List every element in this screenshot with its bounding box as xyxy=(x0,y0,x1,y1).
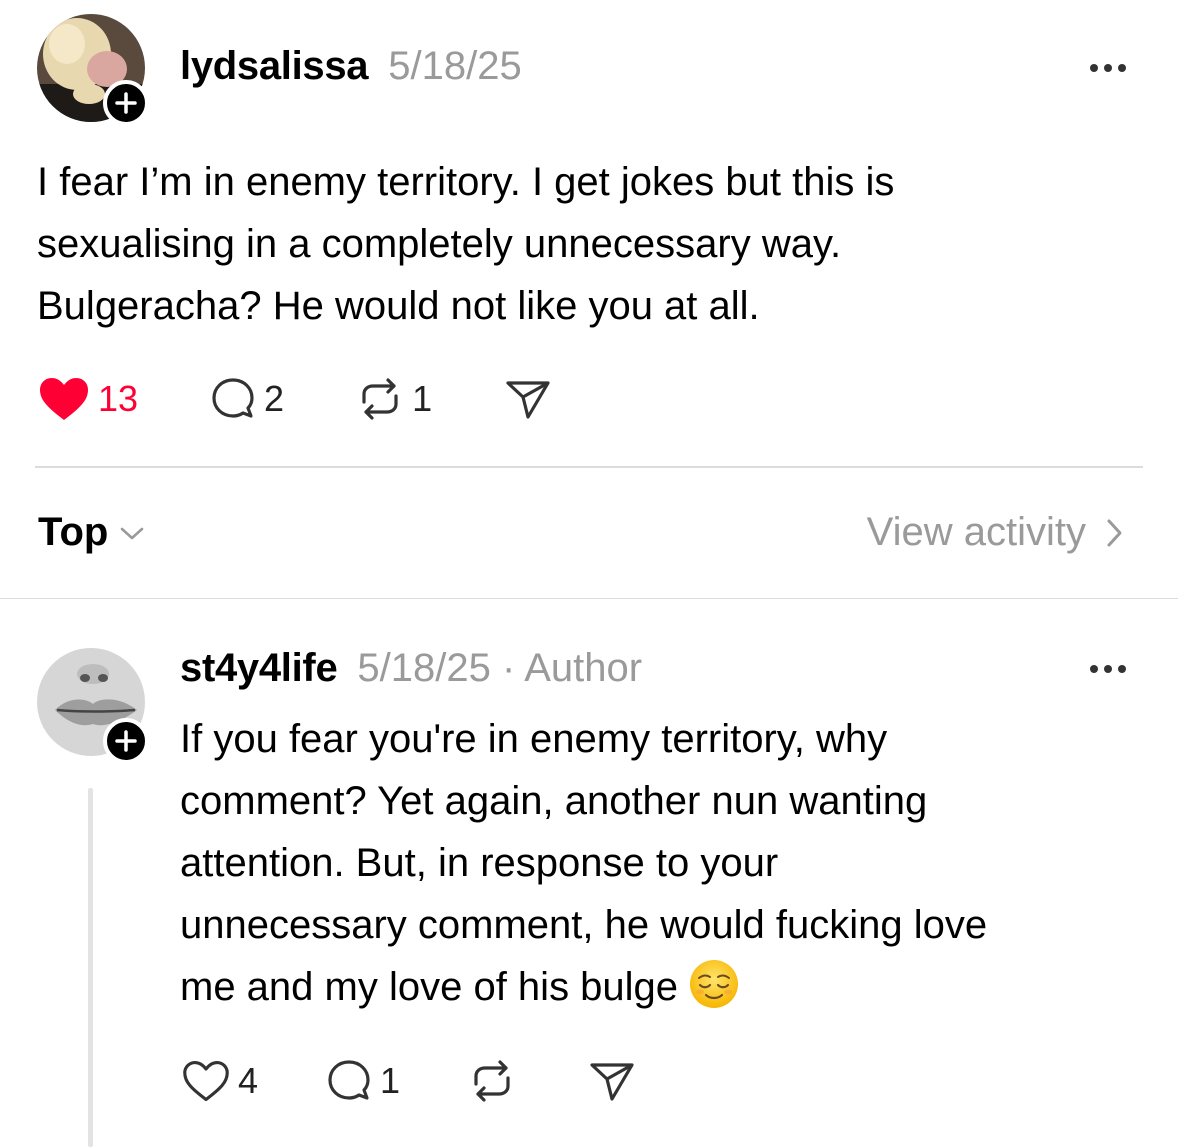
plus-icon xyxy=(115,730,137,752)
post-date: 5/18/25 xyxy=(388,44,522,88)
post-text-line: sexualising in a completely unnecessary … xyxy=(37,222,842,266)
share-button[interactable] xyxy=(504,377,552,421)
sort-dropdown[interactable]: Top xyxy=(38,510,146,555)
more-options-icon[interactable] xyxy=(1090,665,1126,673)
comment-icon xyxy=(328,1060,370,1100)
original-post: lydsalissa 5/18/25 I fear I’m in enemy t… xyxy=(0,0,1178,470)
reply-actions: 4 1 xyxy=(182,1058,636,1104)
reply-text-line: comment? Yet again, another nun wanting xyxy=(180,779,928,823)
post-actions: 13 2 1 xyxy=(38,376,552,422)
reply-meta: 5/18/25 · Author xyxy=(357,646,643,690)
divider xyxy=(35,466,1143,468)
repost-count: 1 xyxy=(412,378,433,419)
like-button[interactable]: 13 xyxy=(38,376,138,422)
thread-line xyxy=(88,788,93,1147)
username[interactable]: st4y4life xyxy=(180,646,338,691)
follow-button[interactable] xyxy=(103,718,149,764)
view-activity-link[interactable]: View activity xyxy=(867,510,1126,555)
post-text: I fear I’m in enemy territory. I get jok… xyxy=(37,151,894,337)
reply-text-line: If you fear you're in enemy territory, w… xyxy=(180,717,888,761)
send-icon xyxy=(506,381,550,419)
send-icon xyxy=(590,1063,634,1101)
section-divider xyxy=(0,598,1178,599)
username[interactable]: lydsalissa xyxy=(180,44,369,89)
share-button[interactable] xyxy=(588,1059,636,1103)
post-text-line: I fear I’m in enemy territory. I get jok… xyxy=(37,160,895,204)
repost-button[interactable]: 1 xyxy=(356,376,432,422)
plus-icon xyxy=(115,92,137,114)
reply-text: If you fear you're in enemy territory, w… xyxy=(180,708,987,1018)
reply-count: 1 xyxy=(380,1060,401,1101)
repost-icon xyxy=(362,378,398,420)
heart-filled-icon xyxy=(40,378,88,420)
sort-label: Top xyxy=(38,510,109,554)
reply-button[interactable]: 1 xyxy=(326,1058,400,1104)
chevron-down-icon xyxy=(121,527,144,539)
reply-text-line: me and my love of his bulge xyxy=(180,965,679,1009)
view-activity-label: View activity xyxy=(866,510,1086,554)
reply-text-line-last: me and my love of his bulge xyxy=(180,956,987,1018)
follow-button[interactable] xyxy=(103,80,149,126)
more-options-icon[interactable] xyxy=(1090,64,1126,72)
like-button[interactable]: 4 xyxy=(182,1059,258,1103)
post-text-line: Bulgeracha? He would not like you at all… xyxy=(37,284,760,328)
reply-text-line: unnecessary comment, he would fucking lo… xyxy=(180,903,988,947)
repost-icon xyxy=(474,1060,510,1102)
relieved-face-emoji xyxy=(690,960,739,1008)
comment-icon xyxy=(212,378,254,418)
reply-count: 2 xyxy=(264,378,285,419)
heart-icon xyxy=(183,1060,229,1102)
reply-button[interactable]: 2 xyxy=(210,376,284,422)
chevron-right-icon xyxy=(1107,519,1122,546)
like-count: 13 xyxy=(98,378,139,419)
reply-text-line: attention. But, in response to your xyxy=(180,841,779,885)
repost-button[interactable] xyxy=(468,1058,516,1104)
like-count: 4 xyxy=(238,1060,259,1101)
